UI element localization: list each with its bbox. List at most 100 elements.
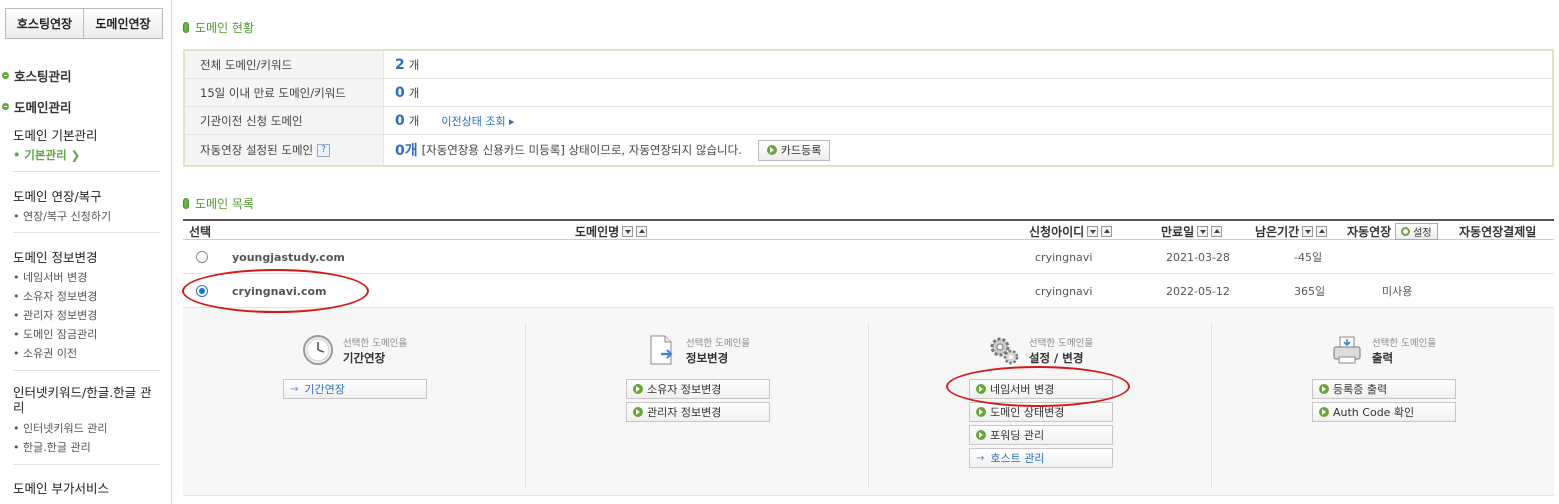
status-row-autorenew: 자동연장 설정된 도메인 ? 0개 [자동연장용 신용카드 미등록] 상태이므로… [185, 135, 1552, 165]
header-autorenew: 자동연장 설정 [1347, 223, 1438, 240]
section-bullet-icon [183, 198, 189, 209]
sidebar-item-owner-info[interactable]: • 소유자 정보변경 [13, 288, 97, 304]
status-box: 전체 도메인/키워드 2 개 15일 이내 만료 도메인/키워드 0 개 기관이… [183, 49, 1554, 167]
status-value: 0개 [자동연장용 신용카드 미등록] 상태이므로, 자동연장되지 않습니다. … [384, 139, 831, 161]
button-label: 도메인 상태변경 [990, 406, 1065, 419]
sidebar-item-keyword[interactable]: • 인터넷키워드 관리 [13, 420, 107, 436]
gear-icon [1401, 227, 1411, 236]
sidebar-item-basic-manage[interactable]: • 기본관리 ❯ [13, 147, 80, 163]
sidebar-section-info[interactable]: 도메인 정보변경 [13, 247, 97, 266]
arrow-circle-icon [976, 384, 986, 394]
button-label: 기간연장 [304, 383, 345, 396]
arrow-right-icon: → [290, 383, 299, 395]
action-col-title: 기간연장 [342, 350, 386, 365]
sidebar-group-label: 호스팅관리 [14, 69, 72, 84]
transfer-status-link[interactable]: 이전상태 조회 ▸ [441, 113, 514, 129]
sidebar-item-lock[interactable]: • 도메인 잠금관리 [13, 326, 97, 342]
card-register-button[interactable]: 카드등록 [757, 139, 831, 161]
sidebar-group-hosting[interactable]: 호스팅관리 [2, 66, 72, 85]
header-domain-label: 도메인명 [575, 225, 620, 239]
status-row-expiring: 15일 이내 만료 도메인/키워드 0 개 [185, 79, 1552, 107]
period-renew-button[interactable]: → 기간연장 [283, 379, 427, 399]
button-label: 네임서버 변경 [990, 383, 1055, 396]
action-pre-text: 선택한 도메인을 [685, 337, 751, 349]
sidebar-item-admin-info[interactable]: • 관리자 정보변경 [13, 307, 97, 323]
page-root: 호스팅연장 도메인연장 호스팅관리 도메인관리 도메인 기본관리 • 기본관리 … [0, 0, 1559, 504]
sidebar-item-transfer[interactable]: • 소유권 이전 [13, 345, 77, 361]
status-row-total: 전체 도메인/키워드 2 개 [185, 51, 1552, 79]
sort-asc-icon[interactable] [1211, 226, 1223, 237]
sidebar-top-buttons: 호스팅연장 도메인연장 [5, 8, 163, 39]
sort-desc-icon[interactable] [622, 226, 634, 237]
certificate-print-button[interactable]: 등록증 출력 [1312, 379, 1456, 399]
sidebar-item-nameserver[interactable]: • 네임서버 변경 [13, 269, 87, 285]
select-radio[interactable] [196, 251, 208, 263]
sort-desc-icon[interactable] [1197, 226, 1209, 237]
sidebar-group-domain[interactable]: 도메인관리 [2, 97, 72, 116]
button-label: 호스트 관리 [990, 452, 1045, 465]
sidebar-item-hangul[interactable]: • 한글.한글 관리 [13, 439, 91, 455]
sidebar-item-renew-apply[interactable]: • 연장/복구 신청하기 [13, 208, 111, 224]
status-label: 전체 도메인/키워드 [185, 51, 384, 78]
count-unit: 개 [408, 57, 420, 72]
sort-desc-icon[interactable] [1302, 226, 1314, 237]
autorenew-settings-button[interactable]: 설정 [1395, 223, 1438, 240]
sort-asc-icon[interactable] [1101, 226, 1113, 237]
sidebar-section-extra[interactable]: 도메인 부가서비스 [13, 478, 109, 497]
status-label: 자동연장 설정된 도메인 ? [185, 135, 384, 165]
select-radio-selected[interactable] [196, 285, 208, 297]
sort-desc-icon[interactable] [1087, 226, 1099, 237]
header-remaining: 남은기간 [1255, 223, 1328, 240]
status-value: 2 개 [384, 57, 419, 73]
nameserver-change-button[interactable]: 네임서버 변경 [969, 379, 1113, 399]
forwarding-button[interactable]: 포워딩 관리 [969, 425, 1113, 445]
arrow-circle-icon [976, 407, 986, 417]
divider [13, 370, 160, 371]
status-value: 0 개 이전상태 조회 ▸ [384, 113, 515, 129]
gears-icon [987, 333, 1021, 367]
expiry-date: 2021-03-28 [1166, 250, 1230, 264]
sort-asc-icon[interactable] [1316, 226, 1328, 237]
table-header: 선택 도메인명 신청아이디 만료일 남은기간 자동연장 설정 자동연장결제일 [183, 219, 1554, 240]
table-row[interactable]: youngjastudy.com cryingnavi 2021-03-28 -… [183, 240, 1554, 274]
count-number: 0개 [395, 143, 418, 159]
button-label: 포워딩 관리 [990, 429, 1045, 442]
action-col-header: 선택한 도메인을 설정 / 변경 [869, 333, 1211, 367]
auth-code-button[interactable]: Auth Code 확인 [1312, 402, 1456, 422]
sort-asc-icon[interactable] [636, 226, 648, 237]
status-value: 0 개 [384, 85, 419, 101]
status-label: 15일 이내 만료 도메인/키워드 [185, 79, 384, 106]
domain-name[interactable]: cryingnavi.com [232, 274, 327, 308]
printer-icon [1330, 333, 1364, 367]
remaining-days: 365일 [1294, 285, 1326, 298]
sidebar-section-basic[interactable]: 도메인 기본관리 [13, 125, 97, 144]
button-label: 관리자 정보변경 [647, 406, 722, 419]
host-manage-button[interactable]: → 호스트 관리 [969, 448, 1113, 468]
admin-info-button[interactable]: 관리자 정보변경 [626, 402, 770, 422]
header-applicant: 신청아이디 [1029, 223, 1113, 240]
bullet-icon [2, 72, 9, 79]
header-expiry: 만료일 [1161, 223, 1223, 240]
header-autopay: 자동연장결제일 [1459, 225, 1537, 239]
header-remaining-label: 남은기간 [1255, 225, 1300, 239]
header-domain: 도메인명 [575, 223, 648, 240]
divider [13, 232, 160, 233]
count-unit: 개 [408, 85, 420, 100]
hosting-renew-button[interactable]: 호스팅연장 [5, 8, 84, 39]
domain-name[interactable]: youngjastudy.com [232, 240, 345, 274]
table-row[interactable]: cryingnavi.com cryingnavi 2022-05-12 365… [183, 274, 1554, 308]
sidebar-section-renew[interactable]: 도메인 연장/복구 [13, 186, 102, 205]
button-label: 소유자 정보변경 [647, 383, 722, 396]
remaining-days: -45일 [1294, 251, 1323, 264]
status-label: 기관이전 신청 도메인 [185, 107, 384, 134]
help-icon[interactable]: ? [317, 143, 331, 157]
domain-status-button[interactable]: 도메인 상태변경 [969, 402, 1113, 422]
domain-renew-button[interactable]: 도메인연장 [84, 8, 163, 39]
header-autorenew-label: 자동연장 [1347, 225, 1392, 239]
button-label: Auth Code 확인 [1333, 406, 1415, 419]
owner-info-button[interactable]: 소유자 정보변경 [626, 379, 770, 399]
applicant-id: cryingnavi [1035, 250, 1093, 264]
action-col-title: 정보변경 [685, 350, 729, 365]
sidebar-section-keyword[interactable]: 인터넷키워드/한글.한글 관리 [13, 385, 163, 415]
document-icon [644, 333, 678, 367]
